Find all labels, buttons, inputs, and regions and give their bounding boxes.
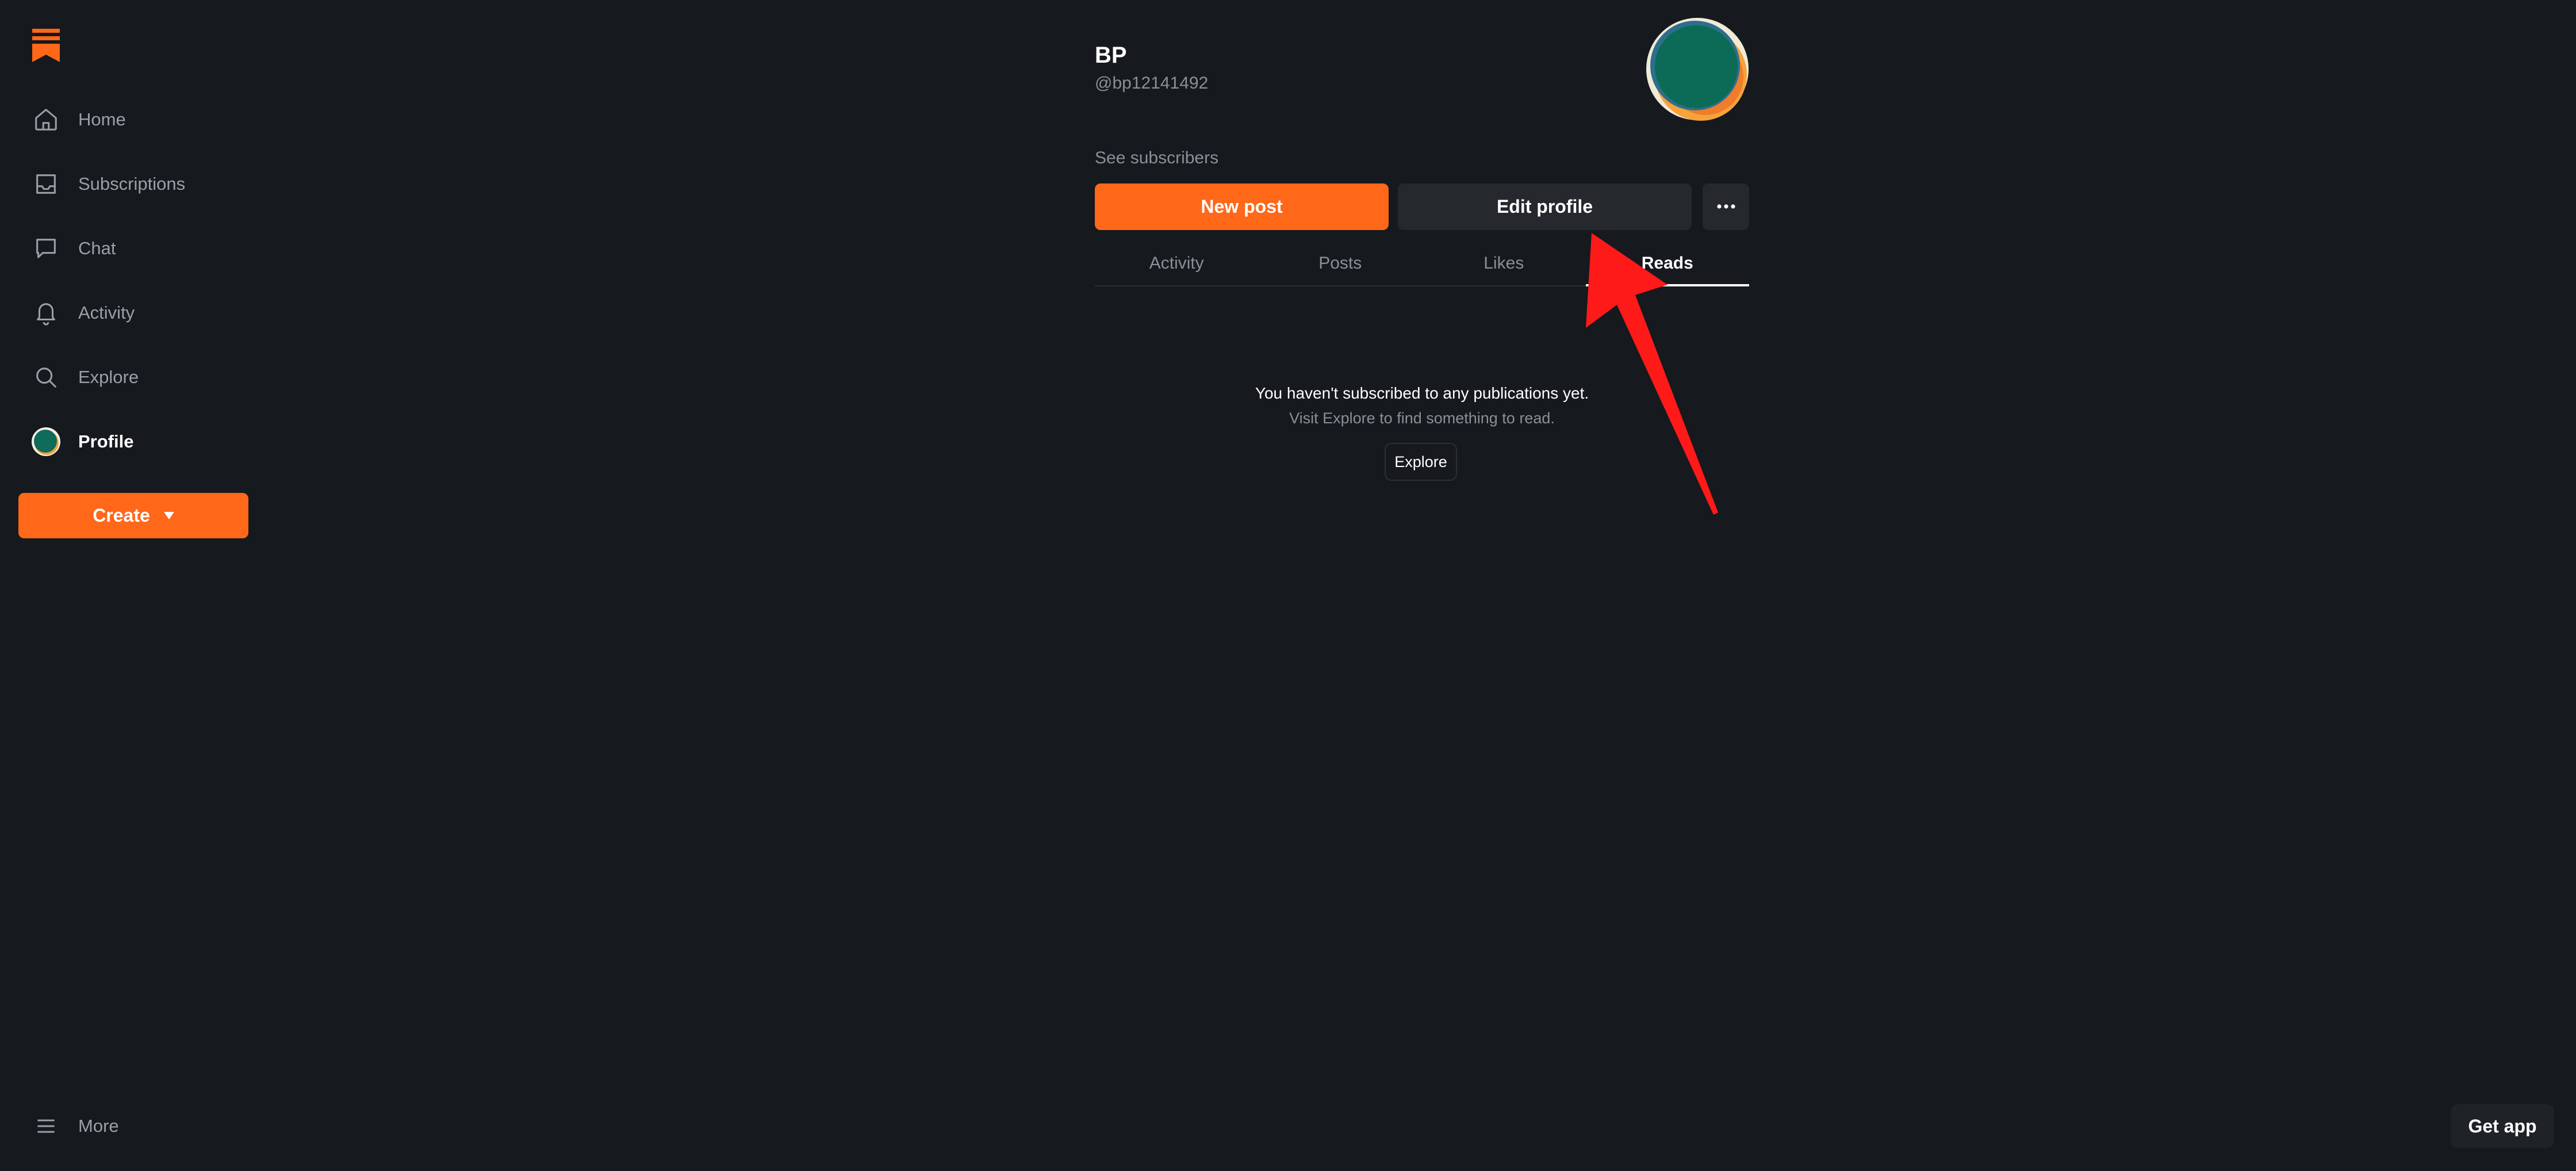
sidebar-item-activity[interactable]: Activity — [31, 296, 135, 330]
inbox-icon — [31, 169, 61, 199]
sidebar-item-home[interactable]: Home — [31, 102, 126, 137]
sidebar-item-label: Chat — [78, 238, 116, 258]
sidebar-item-chat[interactable]: Chat — [31, 231, 116, 266]
caret-down-icon — [163, 512, 174, 519]
more-options-button[interactable] — [1703, 183, 1749, 230]
see-subscribers-link[interactable]: See subscribers — [1095, 148, 1218, 168]
sidebar-item-explore[interactable]: Explore — [31, 360, 139, 395]
chat-bubble-icon — [31, 234, 61, 263]
annotation-arrow-icon — [1586, 233, 1718, 515]
explore-button[interactable]: Explore — [1385, 443, 1457, 481]
sidebar-item-label: Home — [78, 109, 126, 129]
sidebar-item-label: More — [78, 1116, 119, 1136]
edit-profile-button[interactable]: Edit profile — [1398, 183, 1692, 230]
profile-name: BP — [1095, 43, 1127, 68]
bell-icon — [31, 298, 61, 328]
menu-icon — [31, 1111, 61, 1141]
tab-activity[interactable]: Activity — [1095, 242, 1259, 285]
create-button[interactable]: Create — [18, 493, 248, 538]
profile-handle: @bp12141492 — [1095, 74, 1209, 93]
substack-logo-icon[interactable] — [30, 26, 62, 64]
sidebar-item-more[interactable]: More — [31, 1109, 119, 1143]
sidebar-item-profile[interactable]: Profile — [31, 424, 133, 459]
home-icon — [31, 105, 61, 135]
create-button-label: Create — [93, 505, 150, 526]
sidebar-item-label: Subscriptions — [78, 174, 186, 194]
sidebar-item-label: Activity — [78, 303, 135, 323]
search-icon — [31, 362, 61, 392]
sidebar-item-label: Explore — [78, 367, 139, 387]
get-app-button[interactable]: Get app — [2451, 1104, 2554, 1148]
sidebar-item-subscriptions[interactable]: Subscriptions — [31, 167, 185, 201]
profile-avatar[interactable] — [1646, 17, 1749, 121]
ellipsis-icon — [1716, 202, 1736, 212]
new-post-button[interactable]: New post — [1095, 183, 1389, 230]
tab-likes[interactable]: Likes — [1422, 242, 1586, 285]
tab-posts[interactable]: Posts — [1259, 242, 1423, 285]
avatar-icon — [31, 427, 61, 457]
sidebar-item-label: Profile — [78, 431, 134, 451]
